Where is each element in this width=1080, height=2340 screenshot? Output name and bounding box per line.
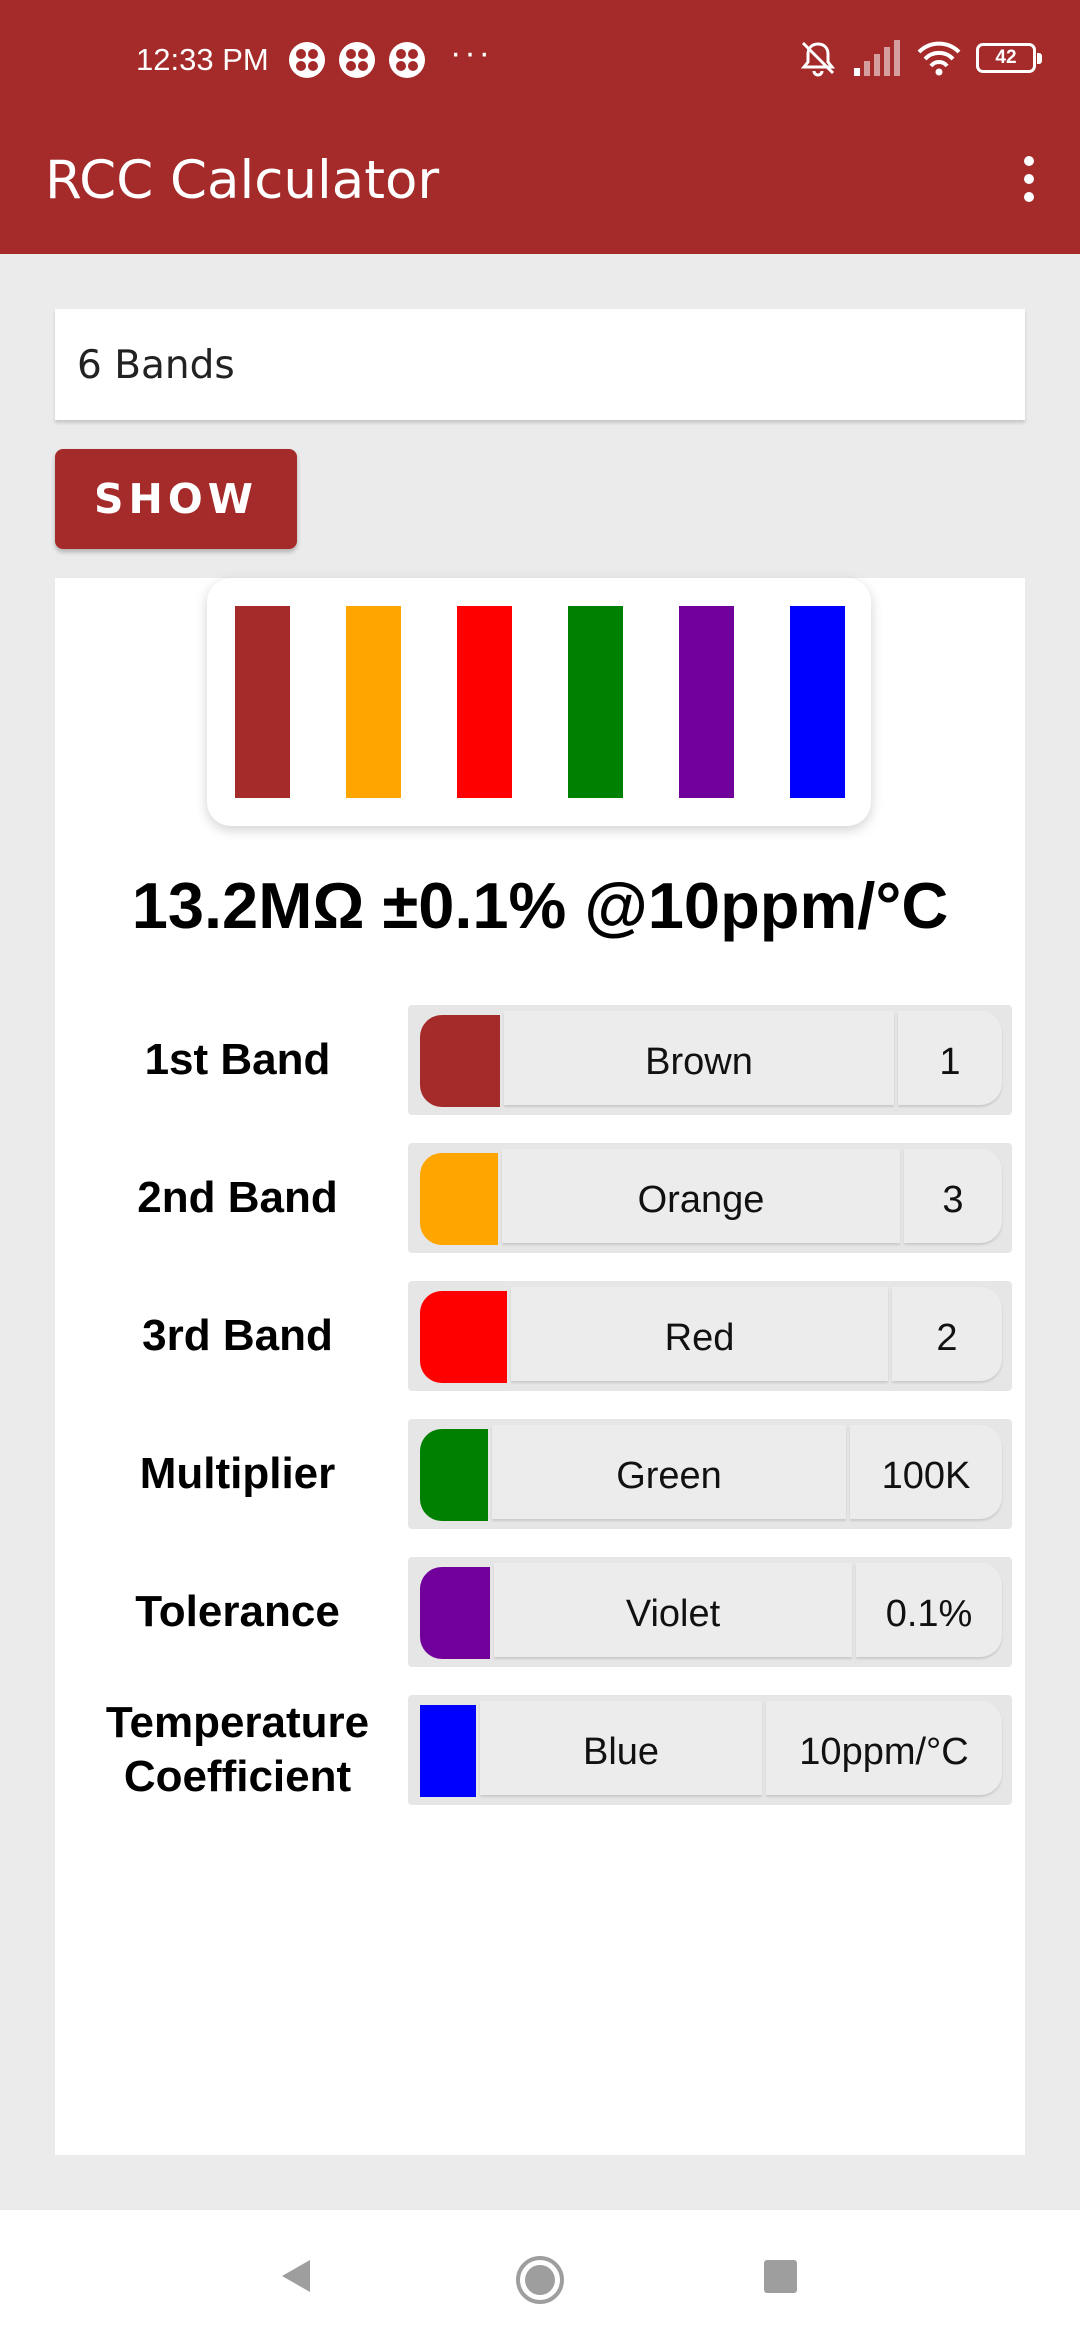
color-swatch: [420, 1153, 498, 1245]
resistor-preview: [207, 578, 871, 826]
resistor-band-3: [457, 606, 512, 798]
band-value: 0.1%: [856, 1563, 1002, 1657]
row-label: 2nd Band: [137, 1173, 338, 1222]
recent-apps-icon[interactable]: [764, 2260, 797, 2293]
band-color-selector[interactable]: Red 2: [408, 1281, 1012, 1391]
notification-icon: [289, 42, 325, 78]
signal-icon: [854, 40, 900, 76]
app-bar: 12:33 PM ··· 42 RCC Calculator: [0, 0, 1080, 254]
row-label: Temperature Coefficient: [55, 1696, 420, 1804]
band-value: 100K: [850, 1425, 1002, 1519]
color-name: Brown: [504, 1011, 894, 1105]
back-icon[interactable]: [276, 2256, 316, 2296]
band-value: 1: [898, 1011, 1002, 1105]
resistor-band-5: [679, 606, 734, 798]
overflow-menu-icon[interactable]: [1002, 148, 1056, 210]
color-swatch: [420, 1291, 507, 1383]
row-label-line1: Temperature: [105, 1698, 370, 1747]
notification-icons: [287, 40, 427, 80]
row-label: Tolerance: [135, 1587, 340, 1636]
band-value: 2: [892, 1287, 1002, 1381]
row-label-line2: Coefficient: [123, 1752, 352, 1801]
resistor-band-1: [235, 606, 290, 798]
resistor-band-2: [346, 606, 401, 798]
color-name: Red: [511, 1287, 888, 1381]
navigation-bar: [0, 2210, 1080, 2340]
band-color-selector[interactable]: Green 100K: [408, 1419, 1012, 1529]
system-icons: 42: [798, 38, 1042, 78]
band-value: 10ppm/°C: [766, 1701, 1002, 1795]
color-swatch: [420, 1567, 490, 1659]
band-color-selector[interactable]: Blue 10ppm/°C: [408, 1695, 1012, 1805]
row-label: 3rd Band: [142, 1311, 333, 1360]
resistance-result: 13.2MΩ ±0.1% @10ppm/°C: [131, 869, 949, 942]
row-label: Multiplier: [139, 1449, 336, 1498]
battery-level: 42: [995, 47, 1017, 68]
notification-icon: [389, 42, 425, 78]
status-time: 12:33 PM: [136, 42, 269, 77]
band-color-selector[interactable]: Violet 0.1%: [408, 1557, 1012, 1667]
color-swatch: [420, 1705, 476, 1797]
band-count-spinner[interactable]: 6 Bands: [55, 309, 1025, 420]
home-icon[interactable]: [514, 2254, 566, 2306]
band-value: 3: [904, 1149, 1002, 1243]
color-name: Blue: [480, 1701, 762, 1795]
band-color-selector[interactable]: Orange 3: [408, 1143, 1012, 1253]
color-name: Violet: [494, 1563, 852, 1657]
band-color-selector[interactable]: Brown 1: [408, 1005, 1012, 1115]
resistor-band-4: [568, 606, 623, 798]
row-label: 1st Band: [144, 1035, 331, 1084]
notification-icon: [339, 42, 375, 78]
wifi-icon: [917, 41, 961, 76]
bell-muted-icon: [800, 41, 836, 77]
color-swatch: [420, 1429, 488, 1521]
show-button[interactable]: SHOW: [55, 449, 297, 549]
more-notifications-icon: ···: [450, 34, 493, 72]
color-name: Green: [492, 1425, 846, 1519]
band-count-value: 6 Bands: [77, 343, 235, 388]
app-title: RCC Calculator: [45, 150, 440, 211]
color-name: Orange: [502, 1149, 900, 1243]
color-swatch: [420, 1015, 500, 1107]
battery-icon: 42: [976, 43, 1042, 73]
results-card: 13.2MΩ ±0.1% @10ppm/°C 1st Band Brown 1 …: [55, 578, 1025, 2155]
resistor-band-6: [790, 606, 845, 798]
